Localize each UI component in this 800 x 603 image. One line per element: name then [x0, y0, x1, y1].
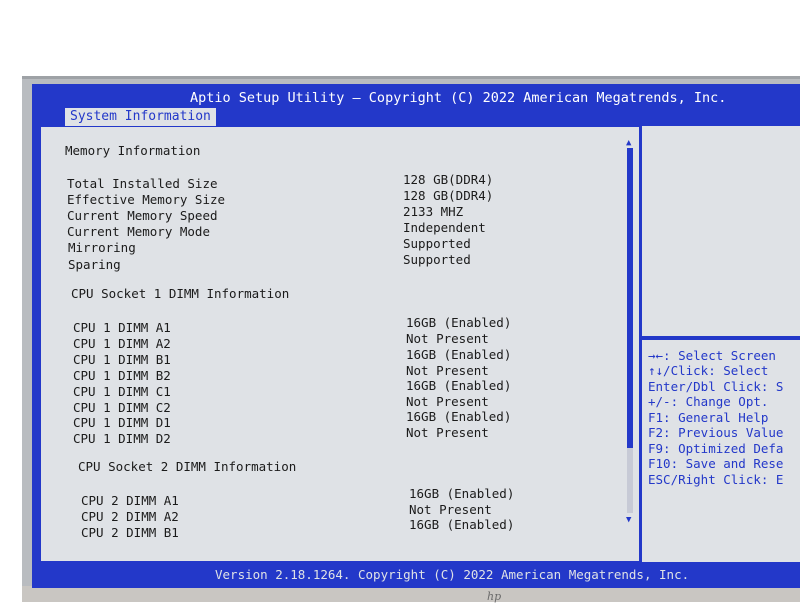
- label-cpu1-dimm-c2: CPU 1 DIMM C2: [73, 400, 171, 415]
- label-sparing: Sparing: [68, 257, 121, 272]
- monitor-bezel-bottom: [22, 586, 800, 602]
- value-current-memory-mode: Independent: [403, 220, 486, 235]
- label-cpu2-dimm-a2: CPU 2 DIMM A2: [81, 509, 179, 524]
- value-mirroring: Supported: [403, 236, 471, 251]
- label-cpu1-dimm-a1: CPU 1 DIMM A1: [73, 320, 171, 335]
- label-cpu1-dimm-d1: CPU 1 DIMM D1: [73, 415, 171, 430]
- label-effective-memory-size: Effective Memory Size: [67, 192, 226, 207]
- value-cpu1-dimm-a2: Not Present: [406, 331, 489, 346]
- value-cpu2-dimm-b1: 16GB (Enabled): [409, 517, 515, 532]
- label-cpu1-dimm-b2: CPU 1 DIMM B2: [73, 368, 171, 383]
- label-cpu1-dimm-d2: CPU 1 DIMM D2: [73, 431, 171, 446]
- help-select-item: ↑↓/Click: Select: [648, 363, 769, 378]
- value-cpu1-dimm-d2: Not Present: [406, 425, 489, 440]
- label-cpu1-dimm-c1: CPU 1 DIMM C1: [73, 384, 171, 399]
- label-cpu2-dimm-b1: CPU 2 DIMM B1: [81, 525, 179, 540]
- label-cpu1-dimm-b1: CPU 1 DIMM B1: [73, 352, 171, 367]
- footer-bar: Version 2.18.1264. Copyright (C) 2022 Am…: [32, 564, 800, 584]
- label-current-memory-speed: Current Memory Speed: [67, 208, 218, 223]
- value-cpu1-dimm-c2: Not Present: [406, 394, 489, 409]
- value-cpu2-dimm-a1: 16GB (Enabled): [409, 486, 515, 501]
- hp-logo-icon: hp: [487, 590, 502, 603]
- value-total-installed-size: 128 GB(DDR4): [403, 172, 494, 187]
- scroll-up-arrow-icon[interactable]: ▲: [626, 138, 631, 148]
- scroll-track[interactable]: [627, 148, 633, 513]
- key-help-panel: →←: Select Screen ↑↓/Click: Select Enter…: [642, 340, 800, 562]
- tab-system-information[interactable]: System Information: [65, 108, 216, 126]
- scroll-down-arrow-icon[interactable]: ▼: [626, 515, 631, 525]
- value-cpu1-dimm-a1: 16GB (Enabled): [406, 315, 512, 330]
- help-select-screen: →←: Select Screen: [648, 348, 776, 363]
- scrollbar[interactable]: ▲ ▼: [626, 138, 634, 528]
- label-cpu1-dimm-a2: CPU 1 DIMM A2: [73, 336, 171, 351]
- footer-version: Version 2.18.1264. Copyright (C) 2022 Am…: [215, 567, 690, 582]
- label-mirroring: Mirroring: [68, 240, 136, 255]
- help-optimized-defaults: F9: Optimized Defa: [648, 441, 784, 456]
- scroll-thumb[interactable]: [627, 148, 633, 448]
- section-cpu-socket-2: CPU Socket 2 DIMM Information: [78, 459, 297, 474]
- value-effective-memory-size: 128 GB(DDR4): [403, 188, 494, 203]
- help-save-reset: F10: Save and Rese: [648, 456, 784, 471]
- main-panel: Memory Information Total Installed Size …: [40, 126, 640, 562]
- header-title: Aptio Setup Utility – Copyright (C) 2022…: [190, 90, 727, 106]
- help-enter-select: Enter/Dbl Click: S: [648, 379, 784, 394]
- value-cpu1-dimm-b1: 16GB (Enabled): [406, 347, 512, 362]
- value-cpu1-dimm-c1: 16GB (Enabled): [406, 378, 512, 393]
- section-memory-information: Memory Information: [65, 143, 201, 158]
- tab-bar: System Information: [32, 108, 800, 126]
- value-sparing: Supported: [403, 252, 471, 267]
- value-cpu1-dimm-b2: Not Present: [406, 363, 489, 378]
- help-change-opt: +/-: Change Opt.: [648, 394, 769, 409]
- value-cpu1-dimm-d1: 16GB (Enabled): [406, 409, 512, 424]
- help-exit: ESC/Right Click: E: [648, 472, 784, 487]
- value-current-memory-speed: 2133 MHZ: [403, 204, 464, 219]
- section-cpu-socket-1: CPU Socket 1 DIMM Information: [71, 286, 290, 301]
- label-current-memory-mode: Current Memory Mode: [67, 224, 210, 239]
- bios-screen: Aptio Setup Utility – Copyright (C) 2022…: [32, 84, 800, 588]
- label-cpu2-dimm-a1: CPU 2 DIMM A1: [81, 493, 179, 508]
- label-total-installed-size: Total Installed Size: [67, 176, 218, 191]
- help-general-help: F1: General Help: [648, 410, 769, 425]
- value-cpu2-dimm-a2: Not Present: [409, 502, 492, 517]
- help-previous-values: F2: Previous Value: [648, 425, 784, 440]
- item-help-panel: [642, 126, 800, 336]
